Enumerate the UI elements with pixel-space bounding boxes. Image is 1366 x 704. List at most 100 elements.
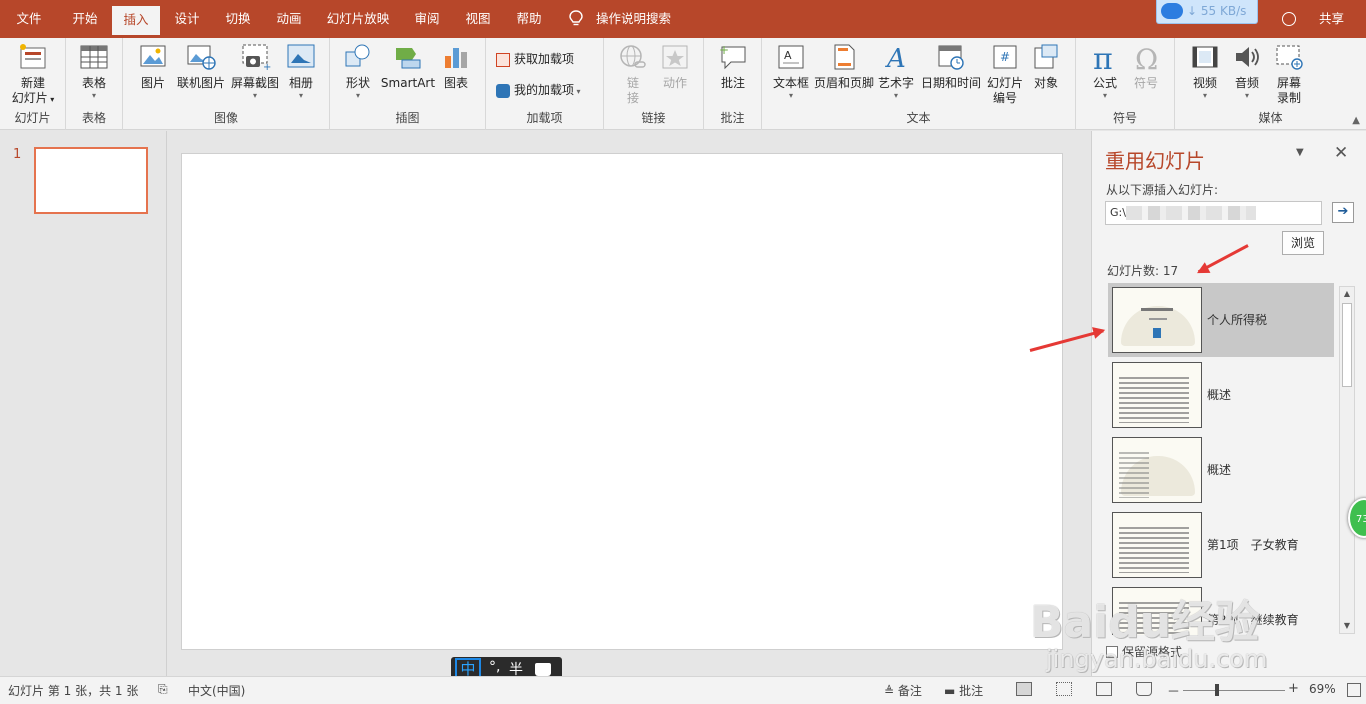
comments-status-button[interactable]: ▬ 批注 [944,682,983,699]
my-addins-label: 我的加载项 [514,83,575,97]
online-pictures-button[interactable]: 联机图片 [175,42,227,91]
bar-chart-icon [440,42,472,72]
reuse-slide-item[interactable]: 概述 [1108,433,1334,507]
video-button[interactable]: 视频 ▾ [1187,42,1223,101]
scrollbar-thumb[interactable] [1342,303,1352,387]
my-addins-button[interactable]: 我的加载项 ▾ [496,81,581,98]
reuse-slide-item[interactable]: 第1项 子女教育 [1108,508,1334,582]
table-button[interactable]: 表格 ▾ [76,42,112,101]
group-slides: 新建 幻灯片 ▾ 幻灯片 [0,38,66,130]
browse-button[interactable]: 浏览 [1282,231,1324,255]
slide-thumbnail[interactable] [34,147,148,214]
subtitle-line [1149,318,1167,320]
tab-design[interactable]: 设计 [164,0,210,38]
header-footer-button[interactable]: 页眉和页脚 [814,42,874,91]
textbox-button[interactable]: A 文本框 ▾ [770,42,812,101]
object-button[interactable]: 对象 [1028,42,1064,91]
reuse-slide-item[interactable]: 概述 [1108,358,1334,432]
zoom-level[interactable]: 69% [1309,682,1336,696]
tab-file[interactable]: 文件 [4,0,54,38]
zoom-out-button[interactable]: － [1167,681,1180,700]
reuse-slide-item[interactable]: 个人所得税 [1108,283,1334,357]
tab-view[interactable]: 视图 [455,0,501,38]
screen-recording-label-2: 录制 [1276,91,1301,105]
share-button[interactable]: 共享 [1319,0,1344,38]
zoom-in-button[interactable]: + [1288,681,1299,696]
pictures-button[interactable]: 图片 [131,42,175,91]
slide-sorter-view-icon[interactable] [1056,682,1072,696]
chevron-down-icon: ▾ [298,91,303,100]
tab-transitions[interactable]: 切换 [215,0,261,38]
link-button[interactable]: 链 接 [614,42,652,106]
svg-text:A: A [885,44,906,72]
skin-icon[interactable] [535,663,551,676]
table-label: 表格 [81,76,106,90]
spellcheck-icon[interactable]: ⎘ [158,682,168,697]
text-lines [1119,452,1149,498]
svg-text:A: A [784,49,792,62]
normal-view-icon[interactable] [1016,682,1032,696]
reading-view-icon[interactable] [1096,682,1112,696]
addin-icon [496,83,510,98]
tab-animations[interactable]: 动画 [266,0,312,38]
pane-title: 重用幻灯片 [1105,149,1205,173]
group-label-symbols: 符号 [1112,111,1137,125]
pane-options-chevron-icon[interactable]: ▼ [1296,147,1304,158]
scroll-down-icon[interactable]: ▼ [1340,619,1354,633]
tell-me-search[interactable]: 操作说明搜索 [596,0,671,38]
slide-canvas[interactable] [181,153,1063,650]
screenshot-label: 屏幕截图 [230,76,279,90]
tab-slideshow[interactable]: 幻灯片放映 [320,0,396,38]
tab-home[interactable]: 开始 [60,0,110,38]
reuse-list-scrollbar[interactable]: ▲ ▼ [1339,286,1355,634]
album-button[interactable]: 相册 ▾ [283,42,319,101]
screenshot-button[interactable]: + 屏幕截图 ▾ [227,42,283,101]
tab-help[interactable]: 帮助 [506,0,552,38]
screen-recording-button[interactable]: 屏幕 录制 [1271,42,1307,106]
group-label-illustrations: 插图 [395,111,420,125]
shapes-button[interactable]: 形状 ▾ [338,42,378,101]
group-images: 图片 联机图片 + 屏幕截图 ▾ 相册 ▾ 图像 [123,38,330,130]
equation-button[interactable]: π 公式 ▾ [1086,42,1124,101]
group-label-images: 图像 [213,111,238,125]
notes-button[interactable]: ≜ 备注 [884,682,922,699]
header-footer-label: 页眉和页脚 [814,76,875,90]
notes-label: 备注 [897,684,922,698]
slideshow-view-icon[interactable] [1136,682,1152,696]
screen-recording-label-1: 屏幕 [1276,76,1301,90]
collapse-ribbon-icon[interactable]: ▲ [1352,115,1360,126]
comment-button[interactable]: + 批注 [714,42,752,91]
symbol-button[interactable]: Ω 符号 [1128,42,1164,91]
reuse-slide-thumbnail [1112,512,1202,578]
new-slide-button[interactable]: 新建 幻灯片 ▾ [8,42,58,107]
fit-to-window-icon[interactable] [1347,683,1361,697]
language-status[interactable]: 中文(中国) [188,682,245,699]
ribbon-tab-bar: 文件 开始 插入 设计 切换 动画 幻灯片放映 审阅 视图 帮助 操作说明搜索 … [0,0,1366,38]
reuse-slide-label: 第1项 子女教育 [1207,538,1299,552]
audio-button[interactable]: 音频 ▾ [1229,42,1265,101]
source-path-input[interactable]: G:\ [1105,201,1322,225]
smartart-label: SmartArt [380,76,436,90]
get-addins-button[interactable]: 获取加载项 [496,50,574,67]
slide-number-button[interactable]: # 幻灯片 编号 [984,42,1026,106]
chart-button[interactable]: 图表 [438,42,474,91]
scroll-up-icon[interactable]: ▲ [1340,287,1354,301]
action-button[interactable]: 动作 [656,42,694,91]
wordart-button[interactable]: A 艺术字 ▾ [876,42,916,101]
go-arrow-button[interactable]: ➔ [1332,202,1354,223]
chevron-down-icon: ▾ [788,91,793,100]
video-label: 视频 [1192,76,1217,90]
tab-review[interactable]: 审阅 [404,0,450,38]
datetime-button[interactable]: 日期和时间 [920,42,982,91]
tab-insert[interactable]: 插入 [112,6,160,38]
close-icon[interactable]: ✕ [1334,143,1348,163]
cloud-icon [1161,3,1183,19]
film-icon [1189,42,1221,72]
new-slide-label-1: 新建 [20,76,45,90]
network-speed-widget: ↓ 55 KB/s [1156,0,1258,24]
album-label: 相册 [288,76,313,90]
smartart-button[interactable]: SmartArt [380,42,436,91]
zoom-slider-knob[interactable] [1215,684,1219,696]
zoom-slider-track[interactable] [1183,690,1285,691]
ime-punctuation[interactable]: °, [489,659,500,675]
